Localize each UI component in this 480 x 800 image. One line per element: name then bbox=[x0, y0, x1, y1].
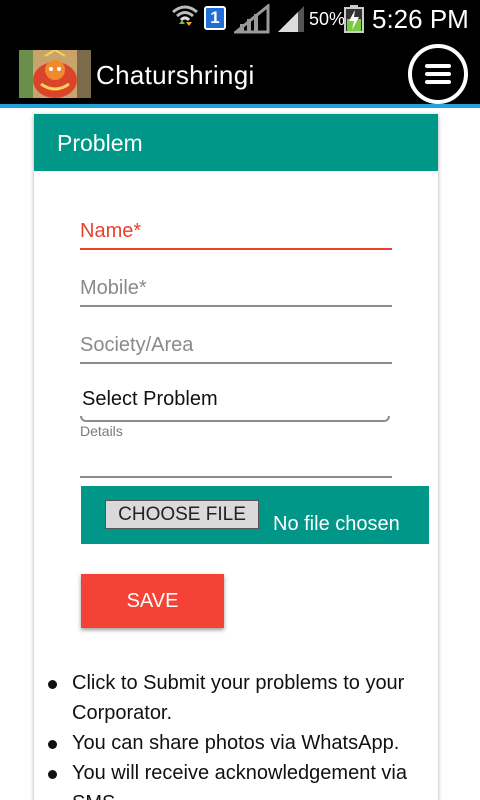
problem-select[interactable]: Select Problem bbox=[82, 388, 218, 411]
mobile-placeholder: Mobile* bbox=[80, 277, 147, 299]
battery-charging-icon bbox=[344, 5, 364, 33]
society-placeholder: Society/Area bbox=[80, 334, 194, 356]
action-bar-divider bbox=[0, 104, 480, 108]
app-logo bbox=[19, 50, 91, 98]
battery-percent: 50% bbox=[309, 9, 346, 29]
name-underline bbox=[80, 248, 392, 250]
clock: 5:26 PM bbox=[372, 4, 469, 34]
card-header: Problem bbox=[34, 114, 438, 171]
details-label: Details bbox=[80, 423, 123, 439]
name-placeholder: Name* bbox=[80, 220, 142, 242]
menu-icon[interactable] bbox=[408, 44, 468, 104]
society-underline bbox=[80, 362, 392, 364]
problem-select-underline bbox=[80, 416, 390, 422]
bullet-icon bbox=[48, 680, 57, 689]
status-bar: 1 50% 5:26 PM bbox=[0, 0, 480, 38]
bullet-icon bbox=[48, 770, 57, 779]
mobile-underline bbox=[80, 305, 392, 307]
mobile-signal-icon bbox=[278, 6, 304, 32]
card-title: Problem bbox=[57, 130, 143, 156]
file-status: No file chosen bbox=[273, 513, 400, 535]
file-input-panel: CHOOSE FILE No file chosen bbox=[81, 486, 429, 544]
wifi-icon bbox=[172, 5, 198, 26]
choose-file-button[interactable]: CHOOSE FILE bbox=[105, 500, 259, 529]
save-button[interactable]: SAVE bbox=[81, 574, 224, 628]
bullet-icon bbox=[48, 740, 57, 749]
app-title: Chaturshringi bbox=[96, 60, 255, 90]
sim-icon: 1 bbox=[204, 6, 226, 30]
signal-bars-icon bbox=[234, 4, 270, 34]
details-input[interactable] bbox=[80, 476, 392, 478]
